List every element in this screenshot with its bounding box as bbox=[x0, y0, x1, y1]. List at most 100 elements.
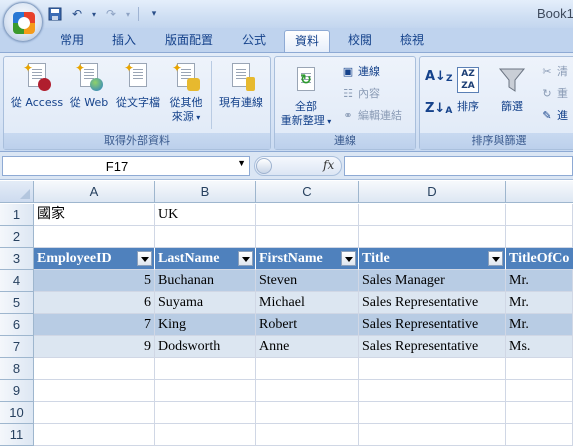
office-button[interactable] bbox=[3, 2, 43, 42]
select-all-button[interactable] bbox=[0, 181, 34, 203]
table-cell[interactable]: Steven bbox=[256, 270, 359, 292]
undo-dropdown-icon[interactable]: ▾ bbox=[90, 5, 98, 23]
connections-button[interactable]: ▣ 連線 bbox=[341, 63, 380, 79]
row-header-1[interactable]: 1 bbox=[0, 204, 34, 226]
table-cell[interactable]: Mr. bbox=[506, 292, 573, 314]
insert-function-button[interactable]: fx bbox=[323, 158, 334, 172]
save-icon[interactable] bbox=[46, 5, 64, 23]
row-header-11[interactable]: 11 bbox=[0, 424, 34, 446]
table-cell[interactable]: Mr. bbox=[506, 270, 573, 292]
empty-cell[interactable] bbox=[506, 358, 573, 380]
table-cell[interactable]: 6 bbox=[34, 292, 155, 314]
tab-home[interactable]: 常用 bbox=[50, 30, 94, 52]
table-header-title[interactable]: Title bbox=[359, 248, 506, 270]
empty-cell[interactable] bbox=[256, 380, 359, 402]
from-text-button[interactable]: ✦ 從文字檔 bbox=[112, 61, 164, 110]
empty-cell[interactable] bbox=[34, 380, 155, 402]
table-cell[interactable]: Mr. bbox=[506, 314, 573, 336]
sort-descending-button[interactable]: Z↓A bbox=[425, 101, 452, 116]
table-cell[interactable]: Suyama bbox=[155, 292, 256, 314]
table-cell[interactable]: Buchanan bbox=[155, 270, 256, 292]
name-box[interactable]: F17 ▼ bbox=[2, 156, 250, 176]
tab-view[interactable]: 檢視 bbox=[390, 30, 434, 52]
sort-ascending-button[interactable]: A↓Z bbox=[425, 69, 453, 84]
filter-button[interactable]: 篩選 bbox=[492, 65, 532, 114]
empty-cell[interactable] bbox=[506, 380, 573, 402]
column-header-b[interactable]: B bbox=[155, 181, 256, 203]
table-cell[interactable]: Sales Representative bbox=[359, 336, 506, 358]
table-header-titleofcourtesy[interactable]: TitleOfCo bbox=[506, 248, 573, 270]
column-header-d[interactable]: D bbox=[359, 181, 506, 203]
empty-cell[interactable] bbox=[359, 380, 506, 402]
cell-a1[interactable]: 國家 bbox=[34, 204, 155, 226]
chevron-down-icon[interactable]: ▼ bbox=[237, 158, 246, 168]
tab-page-layout[interactable]: 版面配置 bbox=[154, 30, 224, 52]
from-access-button[interactable]: ✦ 從 Access bbox=[8, 61, 66, 110]
refresh-all-button[interactable]: ↻ 全部 重新整理 ▾ bbox=[277, 65, 335, 129]
filter-dropdown-button[interactable] bbox=[341, 251, 356, 266]
empty-cell[interactable] bbox=[34, 402, 155, 424]
table-cell[interactable]: Sales Representative bbox=[359, 314, 506, 336]
empty-cell[interactable] bbox=[34, 358, 155, 380]
undo-icon[interactable]: ↶ bbox=[68, 5, 86, 23]
empty-cell[interactable] bbox=[359, 358, 506, 380]
row-header-4[interactable]: 4 bbox=[0, 270, 34, 292]
empty-cell[interactable] bbox=[155, 358, 256, 380]
table-cell[interactable]: King bbox=[155, 314, 256, 336]
advanced-filter-button[interactable]: ✎ 進 bbox=[540, 107, 568, 123]
empty-cell[interactable] bbox=[359, 424, 506, 446]
empty-cell[interactable] bbox=[256, 402, 359, 424]
redo-icon[interactable]: ↷ bbox=[102, 5, 120, 23]
table-cell[interactable]: Anne bbox=[256, 336, 359, 358]
row-header-7[interactable]: 7 bbox=[0, 336, 34, 358]
table-cell[interactable]: Dodsworth bbox=[155, 336, 256, 358]
cell-b1[interactable]: UK bbox=[155, 204, 256, 226]
table-header-lastname[interactable]: LastName bbox=[155, 248, 256, 270]
cell-d1[interactable] bbox=[359, 204, 506, 226]
redo-dropdown-icon[interactable]: ▾ bbox=[124, 5, 132, 23]
column-header-c[interactable]: C bbox=[256, 181, 359, 203]
filter-dropdown-button[interactable] bbox=[137, 251, 152, 266]
table-cell[interactable]: Ms. bbox=[506, 336, 573, 358]
tab-formulas[interactable]: 公式 bbox=[232, 30, 276, 52]
row-header-9[interactable]: 9 bbox=[0, 380, 34, 402]
empty-cell[interactable] bbox=[155, 402, 256, 424]
empty-cell[interactable] bbox=[155, 424, 256, 446]
sort-button[interactable]: AZ ZA 排序 bbox=[450, 65, 486, 114]
table-cell[interactable]: Michael bbox=[256, 292, 359, 314]
filter-dropdown-button[interactable] bbox=[238, 251, 253, 266]
column-header-e[interactable] bbox=[506, 181, 573, 203]
tab-data[interactable]: 資料 bbox=[284, 30, 330, 52]
formula-input[interactable] bbox=[344, 156, 573, 176]
empty-cell[interactable] bbox=[506, 424, 573, 446]
existing-connections-button[interactable]: 現有連線 bbox=[214, 61, 268, 110]
row-header-10[interactable]: 10 bbox=[0, 402, 34, 424]
empty-cell[interactable] bbox=[155, 380, 256, 402]
clear-filter-button[interactable]: ✂ 清 bbox=[540, 63, 568, 79]
from-web-button[interactable]: ✦ 從 Web bbox=[66, 61, 112, 110]
empty-cell[interactable] bbox=[34, 424, 155, 446]
cell-c1[interactable] bbox=[256, 204, 359, 226]
row-header-6[interactable]: 6 bbox=[0, 314, 34, 336]
filter-dropdown-button[interactable] bbox=[488, 251, 503, 266]
cell-e2[interactable] bbox=[506, 226, 573, 248]
empty-cell[interactable] bbox=[359, 402, 506, 424]
row-header-2[interactable]: 2 bbox=[0, 226, 34, 248]
table-cell[interactable]: Robert bbox=[256, 314, 359, 336]
column-header-a[interactable]: A bbox=[34, 181, 155, 203]
tab-review[interactable]: 校閱 bbox=[338, 30, 382, 52]
cell-e1[interactable] bbox=[506, 204, 573, 226]
cell-a2[interactable] bbox=[34, 226, 155, 248]
table-cell[interactable]: 9 bbox=[34, 336, 155, 358]
cell-b2[interactable] bbox=[155, 226, 256, 248]
customize-qat-icon[interactable]: ▾ bbox=[145, 5, 163, 23]
table-cell[interactable]: Sales Manager bbox=[359, 270, 506, 292]
tab-insert[interactable]: 插入 bbox=[102, 30, 146, 52]
row-header-5[interactable]: 5 bbox=[0, 292, 34, 314]
table-header-firstname[interactable]: FirstName bbox=[256, 248, 359, 270]
row-header-8[interactable]: 8 bbox=[0, 358, 34, 380]
empty-cell[interactable] bbox=[256, 424, 359, 446]
table-cell[interactable]: Sales Representative bbox=[359, 292, 506, 314]
properties-button[interactable]: ☷ 內容 bbox=[341, 85, 380, 101]
empty-cell[interactable] bbox=[256, 358, 359, 380]
